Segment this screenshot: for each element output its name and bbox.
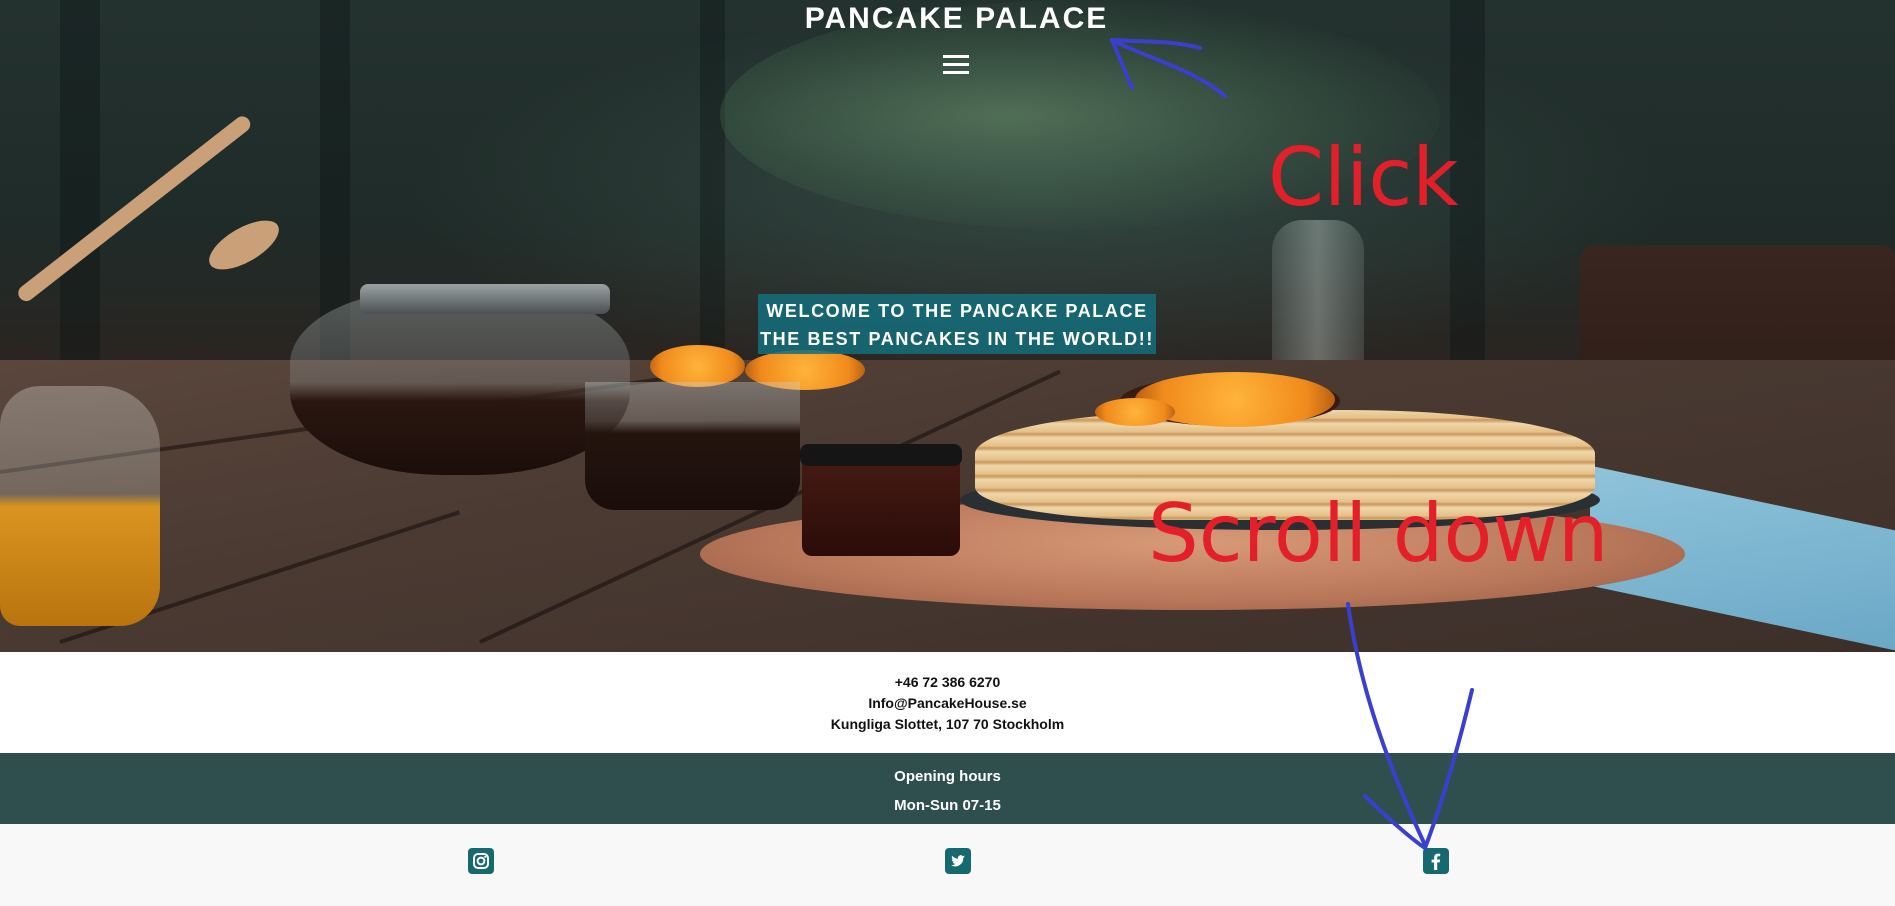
instagram-icon[interactable]	[468, 848, 494, 874]
click-annotation: Click	[1268, 131, 1459, 224]
wall-panel	[700, 0, 725, 390]
teapot-lid	[360, 284, 610, 314]
honey-dipper-head	[201, 210, 287, 280]
welcome-line-2: THE BEST PANCAKES IN THE WORLD!!	[760, 329, 1154, 349]
site-title[interactable]: PANCAKE PALACE	[0, 2, 1895, 36]
contact-info: +46 72 386 6270 Info@PancakeHouse.se Kun…	[0, 652, 1895, 753]
instagram-glyph	[473, 853, 489, 869]
scroll-down-annotation: Scroll down	[1148, 487, 1609, 580]
wall-panel	[60, 0, 100, 390]
opening-hours-title: Opening hours	[894, 768, 1001, 785]
honey-dipper	[15, 113, 254, 305]
honey-jar	[0, 386, 160, 626]
opening-hours-schedule: Mon-Sun 07-15	[894, 797, 1001, 814]
welcome-line-1: WELCOME TO THE PANCAKE PALACE	[766, 301, 1148, 321]
street-address: Kungliga Slottet, 107 70 Stockholm	[830, 716, 1065, 732]
welcome-banner: WELCOME TO THE PANCAKE PALACE THE BEST P…	[758, 294, 1156, 354]
opening-hours: Opening hours Mon-Sun 07-15	[0, 753, 1895, 824]
email-address: Info@PancakeHouse.se	[868, 695, 1027, 711]
orange-topping	[1095, 398, 1175, 426]
menu-bar	[943, 71, 969, 74]
phone-number: +46 72 386 6270	[894, 674, 1001, 690]
orange-slice	[650, 345, 745, 387]
facebook-glyph	[1431, 853, 1441, 870]
menu-bar	[943, 63, 969, 66]
menu-bar	[943, 55, 969, 58]
glass-teapot	[290, 290, 630, 475]
tea-glass	[585, 382, 800, 510]
jam-jar-lid	[800, 444, 962, 466]
twitter-icon[interactable]	[945, 848, 971, 874]
social-footer	[0, 824, 1895, 906]
facebook-icon[interactable]	[1423, 848, 1449, 874]
twitter-glyph	[951, 855, 965, 867]
hamburger-menu-icon[interactable]	[943, 54, 969, 76]
